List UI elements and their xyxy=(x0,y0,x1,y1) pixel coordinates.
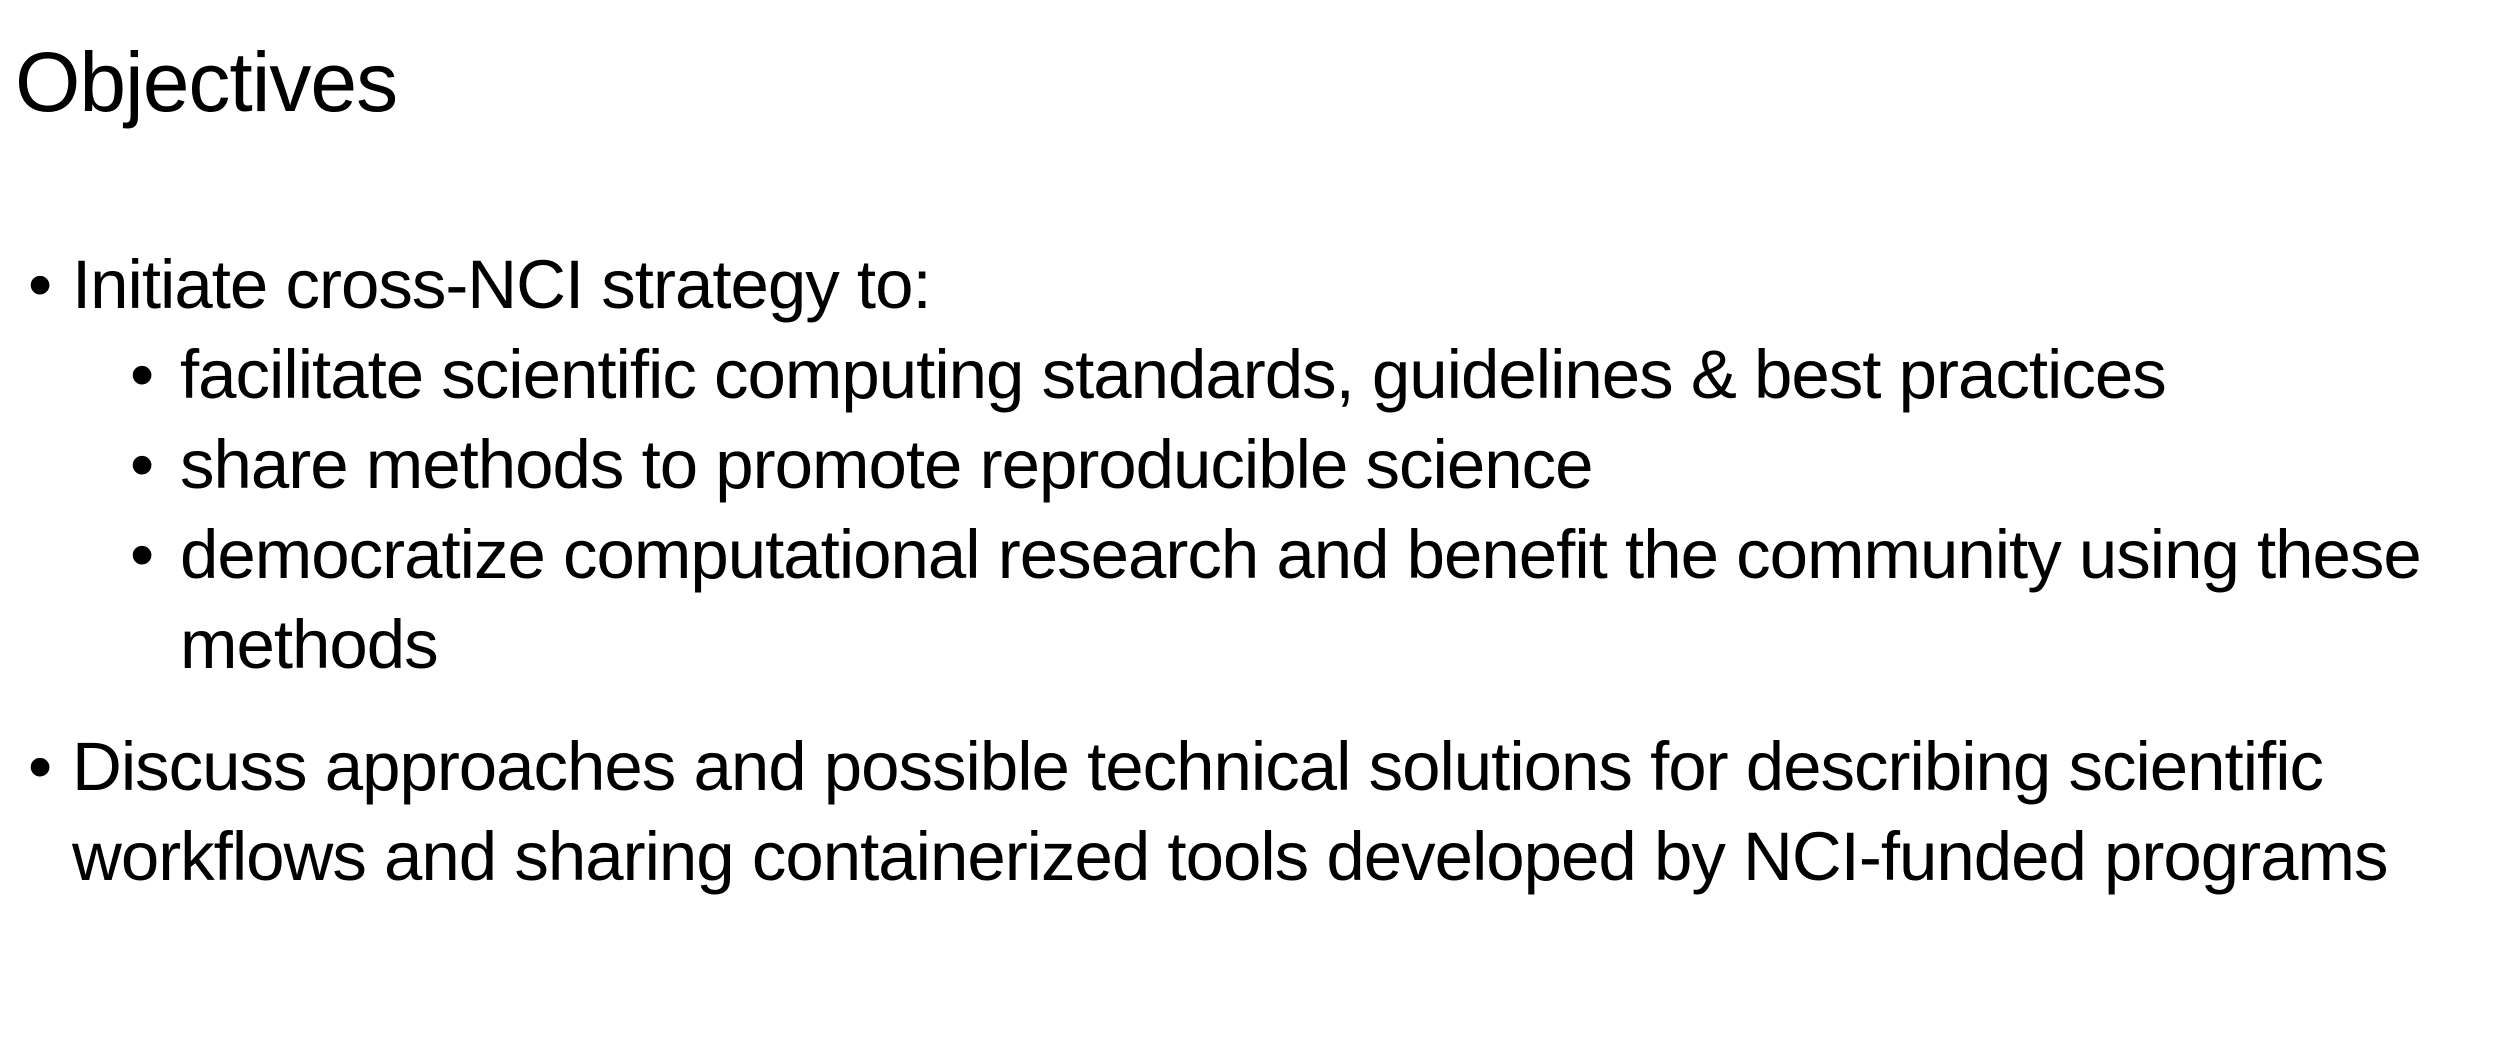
slide: Objectives • Initiate cross-NCI strategy… xyxy=(0,0,2520,1062)
bullet-item-1: • Initiate cross-NCI strategy to: xyxy=(28,240,2432,330)
bullet-dot: • xyxy=(28,728,52,805)
sub-bullet-item-3: • democratize computational research and… xyxy=(130,510,2510,690)
bullet-text: Initiate cross-NCI strategy to: xyxy=(72,246,932,323)
bullet-dot: • xyxy=(130,336,154,413)
bullet-dot: • xyxy=(28,246,52,323)
sub-bullet-item-1: • facilitate scientific computing standa… xyxy=(130,330,2510,420)
sub-bullet-item-2: • share methods to promote reproducible … xyxy=(130,420,2510,510)
bullet-text: Discuss approaches and possible technica… xyxy=(72,728,2388,895)
bullet-dot: • xyxy=(130,426,154,503)
sub-bullet-text: facilitate scientific computing standard… xyxy=(180,336,2167,413)
sub-bullet-text: democratize computational research and b… xyxy=(180,516,2422,683)
bullet-item-2: • Discuss approaches and possible techni… xyxy=(28,722,2432,902)
bullet-dot: • xyxy=(130,516,154,593)
slide-title: Objectives xyxy=(15,35,398,129)
sub-bullet-text: share methods to promote reproducible sc… xyxy=(180,426,1593,503)
